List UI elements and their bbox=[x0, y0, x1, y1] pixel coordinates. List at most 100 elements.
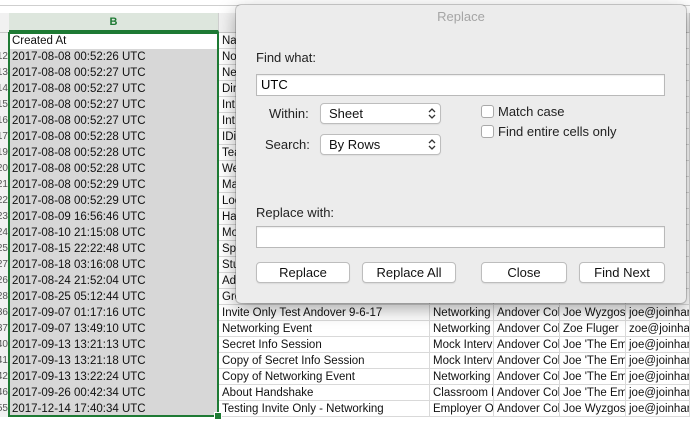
entire-cells-checkbox[interactable] bbox=[481, 125, 494, 138]
cell-e[interactable]: Andover Coll bbox=[494, 385, 560, 401]
cell-g[interactable]: joe@joinhan bbox=[626, 369, 690, 385]
cell-b[interactable]: 2017-09-13 13:21:18 UTC bbox=[9, 353, 219, 369]
cell-c[interactable]: Networking Event bbox=[219, 321, 430, 337]
cell-b[interactable]: 2017-08-24 21:52:04 UTC bbox=[9, 273, 219, 289]
cell-e[interactable]: Andover Coll bbox=[494, 401, 560, 417]
cell-d[interactable]: Employer On bbox=[430, 401, 494, 417]
row-number[interactable]: 14 bbox=[0, 81, 9, 97]
cell-c[interactable]: About Handshake bbox=[219, 385, 430, 401]
find-what-input[interactable]: UTC bbox=[256, 74, 665, 96]
cell-g[interactable]: joe@joinhan bbox=[626, 305, 690, 321]
row-number[interactable]: 22 bbox=[0, 193, 9, 209]
row-number[interactable]: 17 bbox=[0, 129, 9, 145]
cell-b[interactable]: 2017-09-07 01:17:16 UTC bbox=[9, 305, 219, 321]
cell-d[interactable]: Networking bbox=[430, 369, 494, 385]
cell-b[interactable]: 2017-08-25 05:12:44 UTC bbox=[9, 289, 219, 305]
cell-b[interactable]: 2017-08-08 00:52:27 UTC bbox=[9, 97, 219, 113]
row-number[interactable]: 19 bbox=[0, 145, 9, 161]
table-row: 552017-12-14 17:40:34 UTCTesting Invite … bbox=[0, 401, 690, 417]
cell-g[interactable]: joe@joinhan bbox=[626, 353, 690, 369]
cell-f[interactable]: Joe 'The Emp bbox=[560, 385, 626, 401]
cell-f[interactable]: Joe Wyzgosk bbox=[560, 305, 626, 321]
cell-b[interactable]: 2017-09-07 13:49:10 UTC bbox=[9, 321, 219, 337]
cell-c[interactable]: Testing Invite Only - Networking bbox=[219, 401, 430, 417]
cell-e[interactable]: Andover Coll bbox=[494, 369, 560, 385]
row-number[interactable]: 36 bbox=[0, 305, 9, 321]
row-number[interactable]: 16 bbox=[0, 113, 9, 129]
cell-g[interactable]: zoe@joinhan bbox=[626, 321, 690, 337]
cell-c[interactable]: Copy of Secret Info Session bbox=[219, 353, 430, 369]
cell-b[interactable]: 2017-08-10 21:15:08 UTC bbox=[9, 225, 219, 241]
cell-b[interactable]: 2017-08-18 03:16:08 UTC bbox=[9, 257, 219, 273]
cell-b[interactable]: 2017-08-08 00:52:27 UTC bbox=[9, 113, 219, 129]
cell-b[interactable]: 2017-09-26 00:42:34 UTC bbox=[9, 385, 219, 401]
cell-f[interactable]: Joe 'The Emp bbox=[560, 337, 626, 353]
replace-button[interactable]: Replace bbox=[256, 262, 350, 283]
cell-d[interactable]: Networking bbox=[430, 305, 494, 321]
row-number[interactable]: 20 bbox=[0, 161, 9, 177]
match-case-checkbox[interactable] bbox=[481, 105, 494, 118]
row-number[interactable]: 37 bbox=[0, 321, 9, 337]
cell-f[interactable]: Joe 'The Emp bbox=[560, 369, 626, 385]
row-number[interactable]: 28 bbox=[0, 289, 9, 305]
cell-f[interactable]: Joe Wyzgosk bbox=[560, 401, 626, 417]
cell-f[interactable]: Zoe Fluger bbox=[560, 321, 626, 337]
column-header-b[interactable]: B bbox=[9, 13, 219, 32]
cell-b[interactable]: 2017-09-13 13:22:24 UTC bbox=[9, 369, 219, 385]
cell-b[interactable]: 2017-08-08 00:52:28 UTC bbox=[9, 129, 219, 145]
cell-b[interactable]: 2017-08-08 00:52:27 UTC bbox=[9, 81, 219, 97]
row-number[interactable]: 15 bbox=[0, 97, 9, 113]
cell-b[interactable]: 2017-08-09 16:56:46 UTC bbox=[9, 209, 219, 225]
fill-handle[interactable] bbox=[214, 412, 222, 420]
cell-e[interactable]: Andover Coll bbox=[494, 337, 560, 353]
row-number[interactable]: 40 bbox=[0, 337, 9, 353]
cell-g[interactable]: joe@joinhan bbox=[626, 337, 690, 353]
cell-d[interactable]: Classroom Pr bbox=[430, 385, 494, 401]
cell-e[interactable]: Andover Coll bbox=[494, 305, 560, 321]
row-number[interactable]: 25 bbox=[0, 241, 9, 257]
row-number[interactable]: 12 bbox=[0, 49, 9, 65]
replace-with-input[interactable] bbox=[256, 226, 665, 248]
find-what-label: Find what: bbox=[256, 50, 316, 65]
cell-e[interactable]: Andover Coll bbox=[494, 321, 560, 337]
cell-b[interactable]: 2017-08-15 22:22:48 UTC bbox=[9, 241, 219, 257]
cell-b[interactable]: 2017-09-13 13:21:13 UTC bbox=[9, 337, 219, 353]
cell-b[interactable]: 2017-08-08 00:52:26 UTC bbox=[9, 49, 219, 65]
row-number[interactable]: 23 bbox=[0, 209, 9, 225]
row-number[interactable]: 13 bbox=[0, 65, 9, 81]
row-number[interactable] bbox=[0, 33, 9, 49]
cell-b[interactable]: 2017-08-08 00:52:29 UTC bbox=[9, 177, 219, 193]
cell-e[interactable]: Andover Coll bbox=[494, 353, 560, 369]
row-number[interactable]: 26 bbox=[0, 273, 9, 289]
within-select[interactable]: Sheet bbox=[320, 103, 441, 124]
cell-g[interactable]: joe@joinhan bbox=[626, 401, 690, 417]
cell-c[interactable]: Secret Info Session bbox=[219, 337, 430, 353]
cell-d[interactable]: Networking bbox=[430, 321, 494, 337]
row-number[interactable]: 55 bbox=[0, 401, 9, 417]
cell-b[interactable]: 2017-08-08 00:52:28 UTC bbox=[9, 145, 219, 161]
row-number[interactable]: 41 bbox=[0, 353, 9, 369]
row-number[interactable]: 46 bbox=[0, 385, 9, 401]
row-number[interactable]: 42 bbox=[0, 369, 9, 385]
cell-b[interactable]: 2017-12-14 17:40:34 UTC bbox=[9, 401, 219, 417]
cell-c[interactable]: Invite Only Test Andover 9-6-17 bbox=[219, 305, 430, 321]
search-select[interactable]: By Rows bbox=[320, 134, 441, 155]
cell-b[interactable]: 2017-08-08 00:52:28 UTC bbox=[9, 161, 219, 177]
header-cell-b[interactable]: Created At bbox=[9, 33, 219, 49]
close-button[interactable]: Close bbox=[481, 262, 567, 283]
replace-dialog: Replace Find what: UTC Within: Sheet Sea… bbox=[236, 5, 686, 303]
cell-d[interactable]: Mock Intervi bbox=[430, 353, 494, 369]
find-next-button[interactable]: Find Next bbox=[579, 262, 665, 283]
cell-f[interactable]: Joe 'The Emp bbox=[560, 353, 626, 369]
cell-b[interactable]: 2017-08-08 00:52:27 UTC bbox=[9, 65, 219, 81]
replace-all-button[interactable]: Replace All bbox=[362, 262, 456, 283]
cell-c[interactable]: Copy of Networking Event bbox=[219, 369, 430, 385]
row-number[interactable]: 24 bbox=[0, 225, 9, 241]
cell-b[interactable]: 2017-08-08 00:52:29 UTC bbox=[9, 193, 219, 209]
cell-d[interactable]: Mock Intervi bbox=[430, 337, 494, 353]
search-label: Search: bbox=[265, 137, 310, 152]
row-number[interactable]: 21 bbox=[0, 177, 9, 193]
table-row: 462017-09-26 00:42:34 UTCAbout Handshake… bbox=[0, 385, 690, 401]
row-number[interactable]: 27 bbox=[0, 257, 9, 273]
cell-g[interactable]: joe@joinhan bbox=[626, 385, 690, 401]
